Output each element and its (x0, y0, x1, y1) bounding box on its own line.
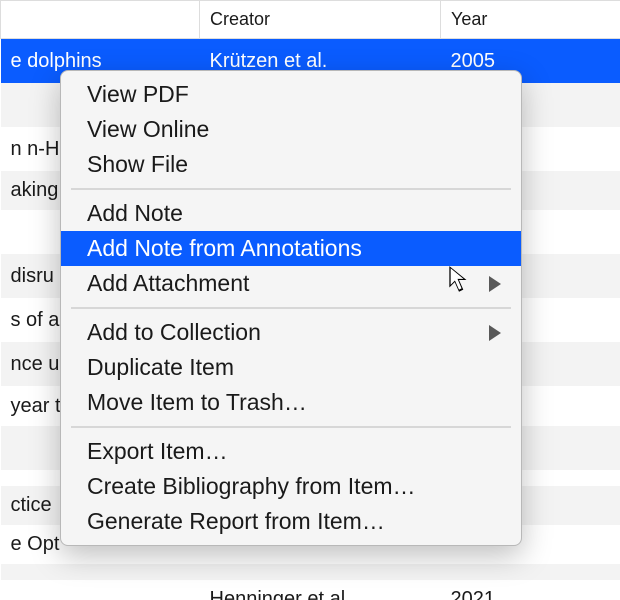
menu-item[interactable]: Generate Report from Item… (61, 504, 521, 539)
column-title[interactable] (1, 1, 200, 39)
menu-item-label: View Online (87, 116, 209, 143)
menu-item-label: Move Item to Trash… (87, 389, 307, 416)
table-header: Creator Year 📎 (1, 1, 620, 39)
cell-creator: Henninger et al. (200, 580, 441, 600)
menu-separator (71, 426, 511, 428)
chevron-right-icon (489, 325, 501, 341)
cell-year: 2021 (441, 580, 620, 600)
cell-creator (200, 564, 441, 580)
cell-title (1, 580, 200, 600)
menu-item[interactable]: Add Attachment (61, 266, 521, 301)
menu-item[interactable]: Add Note from Annotations (61, 231, 521, 266)
menu-item-label: Show File (87, 151, 188, 178)
table-row[interactable]: Henninger et al.2021 (1, 580, 620, 600)
menu-item-label: Generate Report from Item… (87, 508, 385, 535)
menu-item[interactable]: Add Note (61, 196, 521, 231)
menu-item-label: Add Note (87, 200, 183, 227)
menu-item[interactable]: View PDF (61, 77, 521, 112)
menu-item[interactable]: View Online (61, 112, 521, 147)
column-year[interactable]: Year (441, 1, 620, 39)
menu-item[interactable]: Export Item… (61, 434, 521, 469)
menu-item-label: Add to Collection (87, 319, 261, 346)
menu-item[interactable]: Duplicate Item (61, 350, 521, 385)
menu-item[interactable]: Move Item to Trash… (61, 385, 521, 420)
menu-item-label: Create Bibliography from Item… (87, 473, 416, 500)
menu-item-label: Export Item… (87, 438, 228, 465)
menu-item-label: Add Note from Annotations (87, 235, 362, 262)
menu-item-label: Add Attachment (87, 270, 249, 297)
menu-item-label: View PDF (87, 81, 189, 108)
column-creator[interactable]: Creator (200, 1, 441, 39)
chevron-right-icon (489, 276, 501, 292)
menu-item[interactable]: Show File (61, 147, 521, 182)
cell-title (1, 564, 200, 580)
menu-separator (71, 307, 511, 309)
menu-item[interactable]: Add to Collection (61, 315, 521, 350)
context-menu[interactable]: View PDF View Online Show File Add Note Add … (60, 70, 522, 546)
menu-item[interactable]: Create Bibliography from Item… (61, 469, 521, 504)
menu-separator (71, 188, 511, 190)
cell-year (441, 564, 620, 580)
table-row[interactable] (1, 564, 620, 580)
menu-item-label: Duplicate Item (87, 354, 234, 381)
